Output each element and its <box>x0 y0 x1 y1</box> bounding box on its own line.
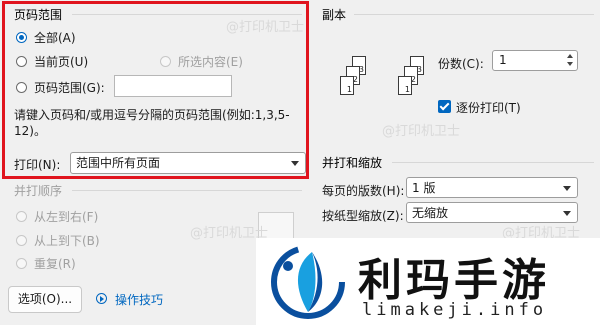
scale-select[interactable]: 无缩放 <box>406 202 578 223</box>
radio-top-to-bottom <box>16 235 27 246</box>
print-order-title: 并打顺序 <box>14 184 63 198</box>
brand-logo-icon <box>271 245 345 319</box>
brand-url: limakeji.info <box>362 300 548 320</box>
chevron-down-icon <box>563 211 571 216</box>
radio-repeat <box>16 258 27 269</box>
brand-overlay: 利玛手游 limakeji.info <box>256 238 600 325</box>
scale-value: 无缩放 <box>412 206 449 220</box>
page-icon: 1 <box>340 76 354 95</box>
zoom-title: 并打和缩放 <box>322 156 383 170</box>
radio-left-to-right <box>16 211 27 222</box>
play-circle-icon <box>96 293 107 304</box>
group-divider <box>72 190 302 191</box>
copies-count-value[interactable]: 1 <box>499 53 507 67</box>
chevron-down-icon[interactable] <box>567 62 573 66</box>
radio-repeat-label: 重复(R) <box>34 257 76 271</box>
radio-left-to-right-label: 从左到右(F) <box>34 210 99 224</box>
collate-label[interactable]: 逐份打印(T) <box>456 99 521 116</box>
chevron-down-icon <box>563 186 571 191</box>
group-divider <box>354 14 594 15</box>
brand-name: 利玛手游 <box>358 255 550 306</box>
highlight-frame <box>2 1 309 179</box>
chevron-up-icon[interactable] <box>567 54 573 58</box>
options-button[interactable]: 选项(O)... <box>8 286 82 313</box>
copies-title: 副本 <box>322 8 347 22</box>
print-order-preview-icon <box>258 212 294 240</box>
scale-label: 按纸型缩放(Z): <box>322 209 404 223</box>
page-icon: 1 <box>398 76 412 95</box>
pages-per-sheet-select[interactable]: 1 版 <box>406 177 578 198</box>
copies-count-label: 份数(C): <box>438 57 484 71</box>
pages-per-sheet-label: 每页的版数(H): <box>322 184 405 198</box>
pages-per-sheet-value: 1 版 <box>412 181 436 195</box>
copies-count-stepper[interactable]: 1 <box>492 50 578 71</box>
radio-top-to-bottom-label: 从上到下(B) <box>34 234 100 248</box>
tips-link[interactable]: 操作技巧 <box>115 291 163 308</box>
collate-checkbox[interactable] <box>438 100 451 113</box>
watermark-text: @打印机卫士 <box>382 124 461 139</box>
group-divider <box>392 162 594 163</box>
